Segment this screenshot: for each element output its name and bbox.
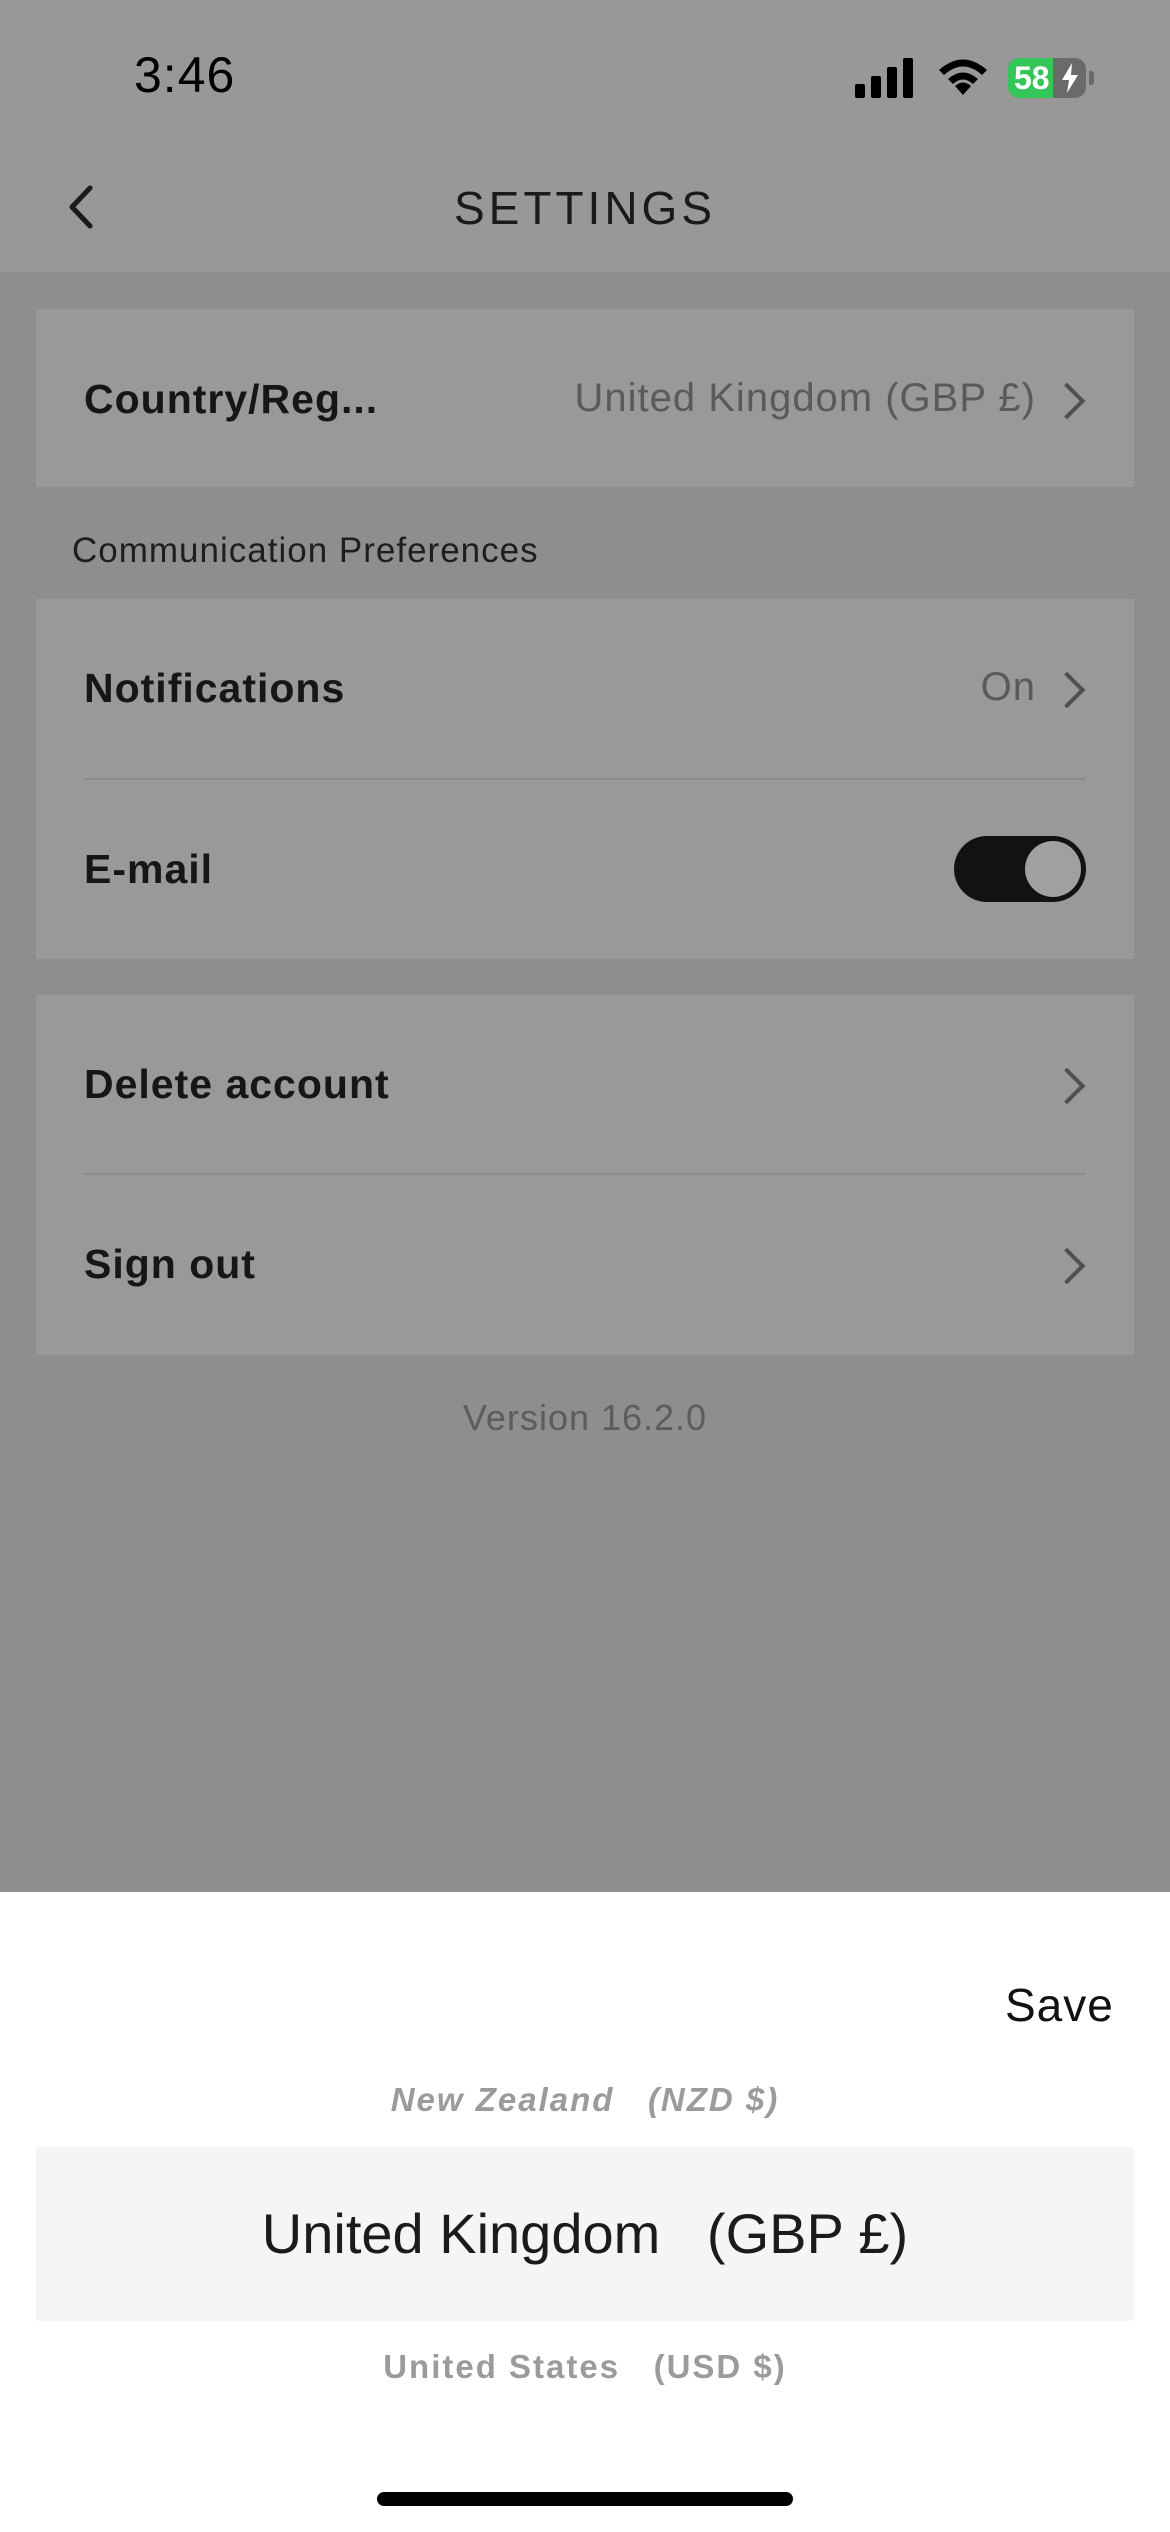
battery-tip	[1089, 71, 1094, 85]
wifi-icon	[939, 59, 987, 95]
home-indicator	[377, 2492, 793, 2506]
status-time: 3:46	[134, 47, 236, 103]
section-heading: Communication Preferences	[72, 531, 539, 570]
delete-account-label: Delete account	[84, 1061, 390, 1107]
battery-icon: 58	[1008, 58, 1086, 98]
app-version: Version 16.2.0	[462, 1397, 708, 1438]
divider	[84, 778, 1086, 780]
toggle-knob	[1025, 841, 1081, 897]
battery-percent: 58	[1014, 60, 1050, 96]
email-label: E-mail	[84, 846, 214, 892]
region-value: United Kingdom (GBP £)	[574, 376, 1036, 420]
save-button[interactable]: Save	[1005, 1978, 1114, 2032]
picker-option-selected[interactable]: United Kingdom (GBP £)	[0, 2201, 1170, 2266]
email-toggle[interactable]	[954, 836, 1086, 902]
sign-out-label: Sign out	[84, 1241, 256, 1287]
cellular-signal-icon	[855, 58, 913, 98]
notifications-label: Notifications	[84, 665, 346, 711]
picker-option[interactable]: New Zealand (NZD $)	[0, 2081, 1170, 2119]
region-label: Country/Reg...	[84, 376, 379, 422]
page-title: SETTINGS	[453, 182, 717, 234]
picker-option[interactable]: United States (USD $)	[0, 2348, 1170, 2386]
picker-option-faded[interactable]: ▁▁▁▁▁▁▁▁▁	[0, 2052, 1170, 2064]
notifications-value: On	[980, 665, 1036, 709]
charging-bolt-icon	[1062, 63, 1078, 93]
